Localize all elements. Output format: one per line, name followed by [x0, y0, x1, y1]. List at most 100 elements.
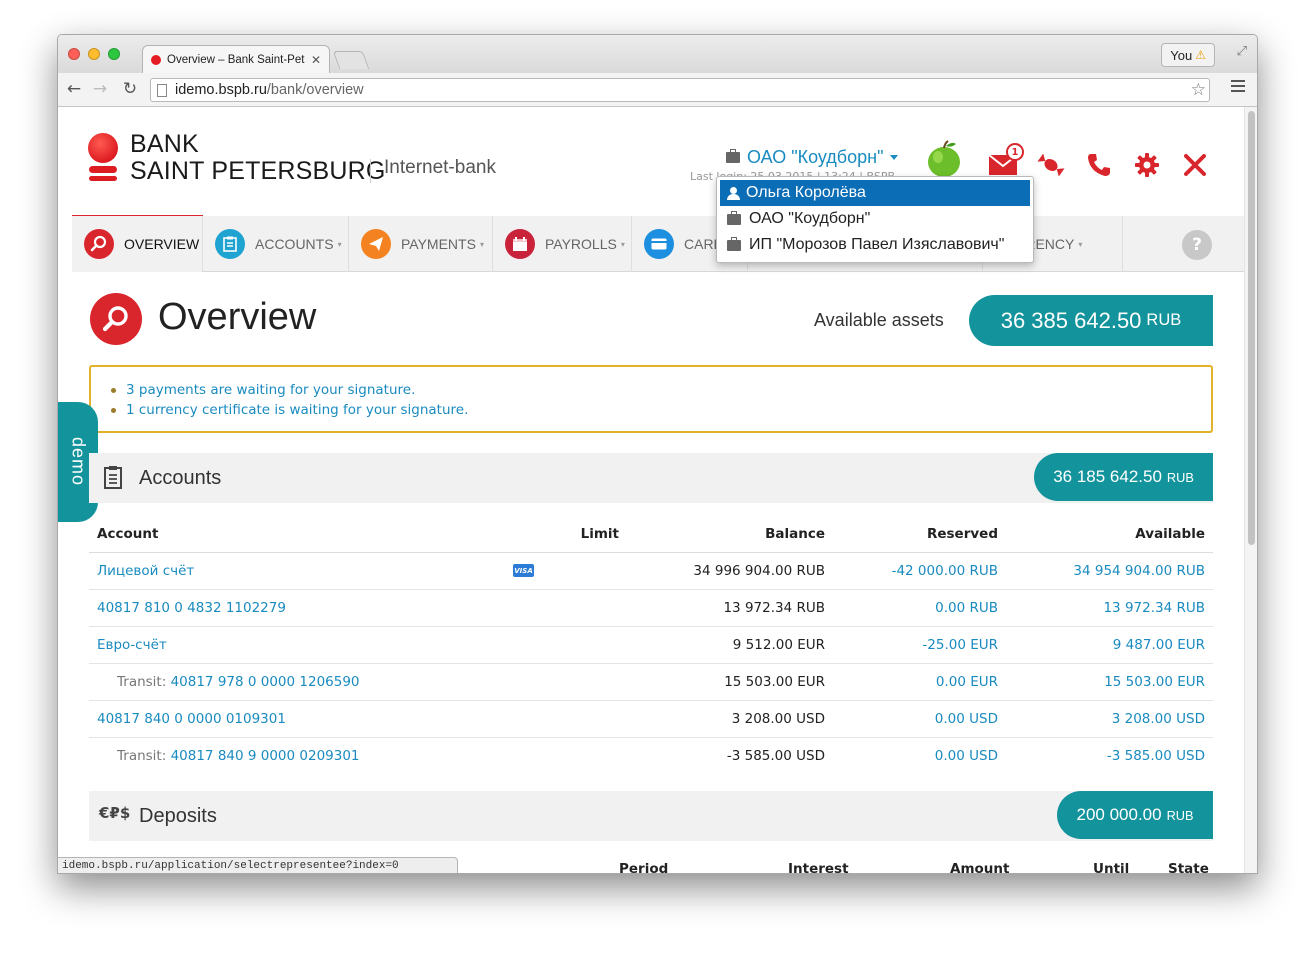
- logo-line-2: SAINT PETERSBURG: [130, 157, 386, 185]
- account-link[interactable]: 40817 840 9 0000 0209301: [171, 748, 360, 764]
- fullscreen-icon[interactable]: ⤢: [1237, 44, 1247, 59]
- account-link[interactable]: 40817 810 0 4832 1102279: [97, 590, 286, 627]
- account-available[interactable]: 3 208.00 USD: [1112, 701, 1205, 738]
- table-row: 40817 840 0 0000 0109301 3 208.00 USD 0.…: [89, 701, 1213, 738]
- account-available[interactable]: 9 487.00 EUR: [1113, 627, 1205, 664]
- org-selector[interactable]: ОАО "Коудборн": [726, 147, 899, 168]
- briefcase-icon: [727, 210, 741, 225]
- accounts-section-header[interactable]: Accounts 36 185 642.50 RUB: [89, 453, 1213, 503]
- accounts-total: 36 185 642.50 RUB: [1034, 453, 1213, 501]
- account-available[interactable]: 34 954 904.00 RUB: [1073, 553, 1205, 590]
- notice-currency-link[interactable]: 1 currency certificate is waiting for yo…: [126, 402, 468, 418]
- close-icon: [1184, 154, 1206, 176]
- scrollbar-thumb[interactable]: [1248, 111, 1255, 545]
- account-link[interactable]: 40817 840 0 0000 0109301: [97, 701, 286, 738]
- column-period: Period: [619, 861, 669, 874]
- org-option-entrepreneur[interactable]: ИП "Морозов Павел Изяславович": [717, 232, 1033, 258]
- logo-bar-icon: [89, 166, 117, 173]
- overview-magnifier-icon: [90, 293, 142, 345]
- org-option-person[interactable]: Ольга Королёва: [720, 180, 1030, 206]
- account-reserved[interactable]: 0.00 USD: [935, 701, 998, 738]
- notice-item: 1 currency certificate is waiting for yo…: [111, 400, 1211, 420]
- currency-symbols-icon: €₽$: [99, 804, 131, 822]
- account-balance: 3 208.00 USD: [731, 711, 825, 727]
- table-row: 40817 810 0 4832 1102279 13 972.34 RUB 0…: [89, 590, 1213, 627]
- tab-close-icon[interactable]: ✕: [311, 53, 321, 67]
- column-balance: Balance: [765, 526, 825, 542]
- window-controls: [68, 48, 120, 60]
- card-icon: [644, 229, 674, 259]
- transit-account: Transit: 40817 840 9 0000 0209301: [117, 738, 360, 775]
- account-available[interactable]: 13 972.34 RUB: [1103, 590, 1205, 627]
- transit-label: Transit:: [117, 674, 167, 690]
- account-link[interactable]: 40817 978 0 0000 1206590: [171, 674, 360, 690]
- message-count-badge: 1: [1006, 143, 1024, 161]
- logout-button[interactable]: [1180, 150, 1210, 180]
- bullet-icon: [111, 407, 116, 413]
- gear-icon: [1135, 153, 1159, 177]
- org-option-company[interactable]: ОАО "Коудборн": [717, 206, 1033, 232]
- org-name: ОАО "Коудборн": [747, 147, 884, 167]
- address-bar[interactable]: idemo.bspb.ru/bank/overview ☆: [150, 78, 1210, 102]
- deposits-total-amount: 200 000.00: [1076, 805, 1162, 824]
- transit-label: Transit:: [117, 748, 167, 764]
- account-link[interactable]: Евро-счёт: [97, 627, 167, 664]
- account-reserved[interactable]: 0.00 RUB: [935, 590, 998, 627]
- forward-arrow-icon[interactable]: →: [90, 79, 110, 99]
- nav-overview[interactable]: OVERVIEW: [72, 216, 203, 272]
- reload-icon[interactable]: ↻: [120, 79, 140, 99]
- column-until: Until: [1093, 861, 1130, 874]
- nav-payments[interactable]: PAYMENTS ▾: [349, 216, 493, 272]
- nav-accounts[interactable]: ACCOUNTS ▾: [203, 216, 349, 272]
- call-button[interactable]: [1084, 150, 1114, 180]
- account-reserved[interactable]: -25.00 EUR: [922, 627, 998, 664]
- account-reserved[interactable]: 0.00 EUR: [936, 664, 998, 701]
- browser-tab[interactable]: Overview – Bank Saint-Pet ✕: [142, 45, 330, 73]
- account-available[interactable]: -3 585.00 USD: [1107, 738, 1205, 775]
- logo-bar-icon: [89, 176, 117, 181]
- column-state: State: [1168, 861, 1209, 874]
- chevron-down-icon: ▾: [337, 239, 342, 249]
- browser-window: Overview – Bank Saint-Pet ✕ You ⚠ ⤢ ← → …: [57, 34, 1258, 874]
- assets-amount: 36 385 642.50: [1000, 307, 1142, 333]
- close-window-button[interactable]: [68, 48, 80, 60]
- assets-currency: RUB: [1146, 311, 1182, 329]
- help-button[interactable]: ?: [1182, 230, 1212, 260]
- bookmark-star-icon[interactable]: ☆: [1191, 80, 1206, 100]
- account-available[interactable]: 15 503.00 EUR: [1104, 664, 1205, 701]
- account-balance: 34 996 904.00 RUB: [693, 563, 825, 579]
- account-link[interactable]: Лицевой счёт: [97, 553, 194, 590]
- profile-button[interactable]: You ⚠: [1161, 43, 1215, 67]
- account-reserved[interactable]: -42 000.00 RUB: [892, 553, 998, 590]
- offers-button[interactable]: [1036, 150, 1066, 180]
- table-row: Лицевой счёт VISA 34 996 904.00 RUB -42 …: [89, 553, 1213, 590]
- minimize-window-button[interactable]: [88, 48, 100, 60]
- deposits-section-header[interactable]: €₽$ Deposits 200 000.00 RUB: [89, 791, 1213, 841]
- settings-button[interactable]: [1132, 150, 1162, 180]
- browser-menu-icon[interactable]: [1231, 80, 1245, 95]
- deposits-total-currency: RUB: [1166, 807, 1194, 823]
- available-assets-label: Available assets: [814, 310, 944, 330]
- page-icon: [157, 83, 167, 97]
- visa-card-icon[interactable]: VISA: [513, 564, 534, 577]
- page-title: Overview: [158, 296, 317, 338]
- accounts-table: Account Limit Balance Reserved Available…: [89, 515, 1213, 775]
- account-reserved[interactable]: 0.00 USD: [935, 738, 998, 775]
- zoom-window-button[interactable]: [108, 48, 120, 60]
- notice-payments-link[interactable]: 3 payments are waiting for your signatur…: [126, 382, 415, 398]
- briefcase-icon: [727, 236, 741, 251]
- apple-icon[interactable]: [924, 139, 964, 179]
- new-tab-button[interactable]: [332, 51, 370, 69]
- account-balance: -3 585.00 USD: [726, 748, 825, 764]
- org-dropdown-menu: Ольга Королёва ОАО "Коудборн" ИП "Морозо…: [716, 176, 1034, 263]
- back-arrow-icon[interactable]: ←: [64, 79, 84, 99]
- account-balance: 9 512.00 EUR: [732, 637, 825, 653]
- column-amount: Amount: [950, 861, 1010, 874]
- magnifier-icon: [84, 229, 114, 259]
- nav-payrolls[interactable]: PAYROLLS ▾: [493, 216, 632, 272]
- briefcase-icon: [726, 149, 740, 163]
- clipboard-icon: [215, 229, 245, 259]
- browser-toolbar: ← → ↻ idemo.bspb.ru/bank/overview ☆: [58, 73, 1257, 107]
- scrollbar[interactable]: [1244, 107, 1257, 873]
- logo-divider: [370, 159, 371, 183]
